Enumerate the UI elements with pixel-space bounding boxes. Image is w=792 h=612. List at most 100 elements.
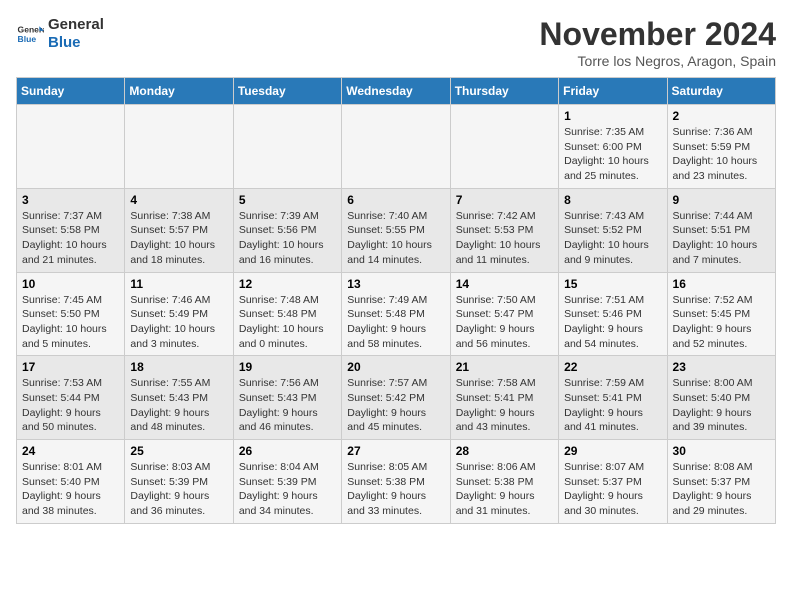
calendar-cell: 13Sunrise: 7:49 AM Sunset: 5:48 PM Dayli…	[342, 272, 450, 356]
calendar-cell: 5Sunrise: 7:39 AM Sunset: 5:56 PM Daylig…	[233, 188, 341, 272]
calendar-cell: 22 Sunrise: 7:59 AM Sunset: 5:41 PM Dayli…	[559, 356, 667, 440]
day-number: 16	[673, 277, 770, 291]
day-number: 17	[22, 360, 119, 374]
day-info: Sunrise: 7:45 AM Sunset: 5:50 PM Dayligh…	[22, 293, 119, 352]
day-info: Sunrise: 7:40 AM Sunset: 5:55 PM Dayligh…	[347, 209, 444, 268]
day-info: Sunrise: 7:42 AM Sunset: 5:53 PM Dayligh…	[456, 209, 553, 268]
calendar-week-row: 1 Sunrise: 7:35 AM Sunset: 6:00 PM Daylig…	[17, 105, 776, 189]
calendar-table: SundayMondayTuesdayWednesdayThursdayFrid…	[16, 77, 776, 524]
day-number: 22	[564, 360, 661, 374]
day-number: 27	[347, 444, 444, 458]
day-info: Sunrise: 8:08 AM Sunset: 5:37 PM Dayligh…	[673, 460, 770, 519]
day-number: 2	[673, 109, 770, 123]
calendar-cell: 26 Sunrise: 8:04 AM Sunset: 5:39 PM Dayli…	[233, 440, 341, 524]
calendar-cell: 28 Sunrise: 8:06 AM Sunset: 5:38 PM Dayli…	[450, 440, 558, 524]
day-number: 19	[239, 360, 336, 374]
calendar-cell: 4 Sunrise: 7:38 AM Sunset: 5:57 PM Daylig…	[125, 188, 233, 272]
day-info: Sunrise: 8:00 AM Sunset: 5:40 PM Dayligh…	[673, 376, 770, 435]
logo-line1: General	[48, 16, 104, 34]
day-info: Sunrise: 7:59 AM Sunset: 5:41 PM Dayligh…	[564, 376, 661, 435]
calendar-cell	[125, 105, 233, 189]
location: Torre los Negros, Aragon, Spain	[539, 53, 776, 69]
day-info: Sunrise: 7:48 AM Sunset: 5:48 PM Dayligh…	[239, 293, 336, 352]
day-number: 9	[673, 193, 770, 207]
month-title: November 2024	[539, 16, 776, 53]
day-number: 20	[347, 360, 444, 374]
calendar-cell: 29 Sunrise: 8:07 AM Sunset: 5:37 PM Dayli…	[559, 440, 667, 524]
day-info: Sunrise: 8:05 AM Sunset: 5:38 PM Dayligh…	[347, 460, 444, 519]
day-info: Sunrise: 8:03 AM Sunset: 5:39 PM Dayligh…	[130, 460, 227, 519]
day-number: 24	[22, 444, 119, 458]
svg-text:Blue: Blue	[18, 34, 37, 44]
calendar-cell: 25 Sunrise: 8:03 AM Sunset: 5:39 PM Dayli…	[125, 440, 233, 524]
day-info: Sunrise: 7:55 AM Sunset: 5:43 PM Dayligh…	[130, 376, 227, 435]
calendar-header-cell: Monday	[125, 78, 233, 105]
day-info: Sunrise: 7:43 AM Sunset: 5:52 PM Dayligh…	[564, 209, 661, 268]
calendar-header-cell: Wednesday	[342, 78, 450, 105]
calendar-cell: 20 Sunrise: 7:57 AM Sunset: 5:42 PM Dayli…	[342, 356, 450, 440]
calendar-cell: 18 Sunrise: 7:55 AM Sunset: 5:43 PM Dayli…	[125, 356, 233, 440]
day-info: Sunrise: 7:51 AM Sunset: 5:46 PM Dayligh…	[564, 293, 661, 352]
day-number: 12	[239, 277, 336, 291]
calendar-cell: 2Sunrise: 7:36 AM Sunset: 5:59 PM Daylig…	[667, 105, 775, 189]
day-info: Sunrise: 7:57 AM Sunset: 5:42 PM Dayligh…	[347, 376, 444, 435]
calendar-header-cell: Saturday	[667, 78, 775, 105]
day-info: Sunrise: 7:38 AM Sunset: 5:57 PM Dayligh…	[130, 209, 227, 268]
day-info: Sunrise: 7:56 AM Sunset: 5:43 PM Dayligh…	[239, 376, 336, 435]
calendar-header-cell: Sunday	[17, 78, 125, 105]
calendar-cell: 1 Sunrise: 7:35 AM Sunset: 6:00 PM Daylig…	[559, 105, 667, 189]
day-number: 29	[564, 444, 661, 458]
calendar-cell: 19 Sunrise: 7:56 AM Sunset: 5:43 PM Dayli…	[233, 356, 341, 440]
day-number: 6	[347, 193, 444, 207]
day-number: 30	[673, 444, 770, 458]
day-number: 11	[130, 277, 227, 291]
calendar-cell: 27 Sunrise: 8:05 AM Sunset: 5:38 PM Dayli…	[342, 440, 450, 524]
calendar-cell: 23Sunrise: 8:00 AM Sunset: 5:40 PM Dayli…	[667, 356, 775, 440]
calendar-cell: 3Sunrise: 7:37 AM Sunset: 5:58 PM Daylig…	[17, 188, 125, 272]
day-info: Sunrise: 7:52 AM Sunset: 5:45 PM Dayligh…	[673, 293, 770, 352]
day-number: 4	[130, 193, 227, 207]
day-number: 28	[456, 444, 553, 458]
calendar-cell: 11Sunrise: 7:46 AM Sunset: 5:49 PM Dayli…	[125, 272, 233, 356]
calendar-cell: 7 Sunrise: 7:42 AM Sunset: 5:53 PM Daylig…	[450, 188, 558, 272]
calendar-cell: 30 Sunrise: 8:08 AM Sunset: 5:37 PM Dayli…	[667, 440, 775, 524]
day-info: Sunrise: 7:58 AM Sunset: 5:41 PM Dayligh…	[456, 376, 553, 435]
day-info: Sunrise: 8:07 AM Sunset: 5:37 PM Dayligh…	[564, 460, 661, 519]
calendar-header-cell: Thursday	[450, 78, 558, 105]
calendar-header-cell: Friday	[559, 78, 667, 105]
calendar-cell: 16 Sunrise: 7:52 AM Sunset: 5:45 PM Dayli…	[667, 272, 775, 356]
calendar-cell: 14 Sunrise: 7:50 AM Sunset: 5:47 PM Dayli…	[450, 272, 558, 356]
calendar-week-row: 10 Sunrise: 7:45 AM Sunset: 5:50 PM Dayli…	[17, 272, 776, 356]
calendar-header-row: SundayMondayTuesdayWednesdayThursdayFrid…	[17, 78, 776, 105]
calendar-week-row: 3Sunrise: 7:37 AM Sunset: 5:58 PM Daylig…	[17, 188, 776, 272]
day-number: 14	[456, 277, 553, 291]
calendar-week-row: 24Sunrise: 8:01 AM Sunset: 5:40 PM Dayli…	[17, 440, 776, 524]
day-info: Sunrise: 7:53 AM Sunset: 5:44 PM Dayligh…	[22, 376, 119, 435]
day-info: Sunrise: 8:06 AM Sunset: 5:38 PM Dayligh…	[456, 460, 553, 519]
day-number: 7	[456, 193, 553, 207]
day-number: 26	[239, 444, 336, 458]
calendar-cell: 17 Sunrise: 7:53 AM Sunset: 5:44 PM Dayli…	[17, 356, 125, 440]
calendar-cell: 10 Sunrise: 7:45 AM Sunset: 5:50 PM Dayli…	[17, 272, 125, 356]
calendar-cell	[17, 105, 125, 189]
day-number: 10	[22, 277, 119, 291]
day-number: 13	[347, 277, 444, 291]
day-info: Sunrise: 8:04 AM Sunset: 5:39 PM Dayligh…	[239, 460, 336, 519]
day-number: 25	[130, 444, 227, 458]
day-number: 1	[564, 109, 661, 123]
calendar-cell: 6 Sunrise: 7:40 AM Sunset: 5:55 PM Daylig…	[342, 188, 450, 272]
day-info: Sunrise: 7:50 AM Sunset: 5:47 PM Dayligh…	[456, 293, 553, 352]
day-number: 21	[456, 360, 553, 374]
title-block: November 2024 Torre los Negros, Aragon, …	[539, 16, 776, 69]
calendar-cell	[342, 105, 450, 189]
calendar-cell: 15 Sunrise: 7:51 AM Sunset: 5:46 PM Dayli…	[559, 272, 667, 356]
day-info: Sunrise: 7:35 AM Sunset: 6:00 PM Dayligh…	[564, 125, 661, 184]
calendar-header-cell: Tuesday	[233, 78, 341, 105]
day-number: 5	[239, 193, 336, 207]
page-header: General Blue General Blue November 2024 …	[16, 16, 776, 69]
day-number: 18	[130, 360, 227, 374]
day-number: 15	[564, 277, 661, 291]
calendar-cell	[450, 105, 558, 189]
logo-icon: General Blue	[16, 20, 44, 48]
logo: General Blue General Blue	[16, 16, 104, 52]
